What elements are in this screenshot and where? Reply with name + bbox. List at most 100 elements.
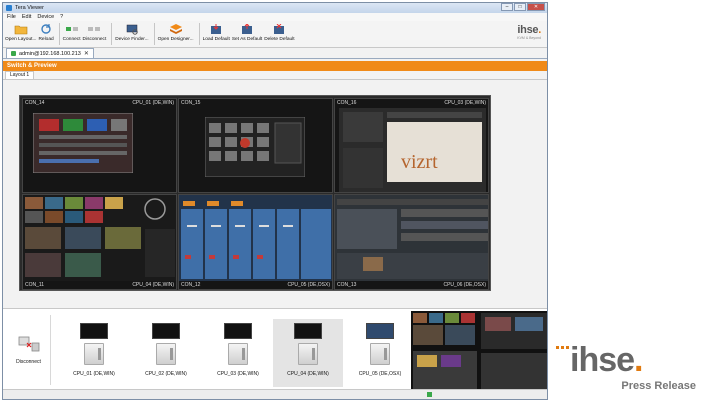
press-release-text: Press Release [621,380,696,392]
press-logo-text: ihse [570,341,635,379]
screen-thumbnail [179,195,332,281]
brand-logo-text: ihse [517,24,539,36]
cpu-preview-overflow [411,311,547,391]
screen-thumbnail [335,195,488,281]
console-label: CON_13 [337,282,357,288]
cpu-label: CPU_01 (DE,WIN) [132,100,174,106]
device-finder-label: Device Finder... [115,37,149,42]
preview-cell[interactable]: CON_11 CPU_04 (DE,WIN) [22,194,177,290]
screen-thumbnail [33,113,133,173]
cpu-tile[interactable]: CPU_05 (DE,OSX) [345,319,415,387]
session-tab-label: admin@192.168.100.213 [19,50,81,57]
preview-cell[interactable]: CON_16 CPU_03 (DE,WIN) vizrt [334,98,489,193]
device-finder-icon [125,23,139,35]
disconnect-tile[interactable]: Disconnect [7,315,51,385]
cpu-tile[interactable]: CPU_02 (DE,WIN) [131,319,201,387]
toolbar: Open Layout... Reload Connect Disconnect… [3,21,547,48]
disconnect-tile-label: Disconnect [16,359,41,365]
session-tab[interactable]: admin@192.168.100.213 ✕ [6,48,94,58]
device-finder-button[interactable]: Device Finder... [115,23,149,42]
cpu-tile-label: CPU_02 (DE,WIN) [145,371,187,377]
disconnect-icon [87,23,101,35]
disconnect-label: Disconnect [82,37,107,42]
status-led-icon [427,392,432,397]
section-header: Switch & Preview [3,61,547,71]
open-designer-label: Open Designer... [157,37,194,42]
menu-edit[interactable]: Edit [22,14,31,20]
cpu-tile-label: CPU_05 (DE,OSX) [358,371,402,377]
cpu-tile[interactable]: CPU_03 (DE,WIN) [203,319,273,387]
cpu-label: CPU_03 (DE,WIN) [444,100,486,106]
close-tab-icon[interactable]: ✕ [84,50,89,57]
set-as-default-button[interactable]: Set As Default [232,23,262,42]
reload-label: Reload [38,37,54,42]
cpu-thumbnail [294,323,322,339]
brand-tagline: KVM & Beyond [517,36,541,40]
cpu-thumbnail [224,323,252,339]
open-layout-button[interactable]: Open Layout... [5,23,36,42]
load-default-button[interactable]: Load Default [203,23,230,42]
cpu-label: CPU_06 (DE,OSX) [443,282,486,288]
cpu-tile-selected[interactable]: CPU_04 (DE,WIN) [273,319,343,387]
delete-default-icon [272,23,286,35]
preview-cell[interactable]: CON_12 CPU_05 (DE,OSX) [178,194,333,290]
status-bar [3,389,547,399]
delete-default-button[interactable]: Delete Default [264,23,295,42]
set-as-default-label: Set As Default [231,37,263,42]
app-icon [6,5,12,11]
toolbar-divider [198,23,200,45]
server-icon [298,343,318,365]
cpu-tile-label: CPU_01 (DE,WIN) [73,371,115,377]
cpu-thumbnail [152,323,180,339]
connect-label: Connect [62,37,81,42]
preview-cell[interactable]: CON_14 CPU_01 (DE,WIN) [22,98,177,193]
open-designer-button[interactable]: Open Designer... [158,23,194,42]
minimize-icon[interactable]: – [501,3,513,11]
cpu-label: CPU_05 (DE,OSX) [287,282,330,288]
close-icon[interactable]: ✕ [527,3,545,11]
disconnect-button[interactable]: Disconnect [82,23,107,42]
preview-cell[interactable]: CON_13 CPU_06 (DE,OSX) [334,194,489,290]
tab-layout-1[interactable]: Layout 1 [5,71,35,79]
cpu-label: CPU_04 (DE,WIN) [132,282,174,288]
maximize-icon[interactable]: □ [514,3,526,11]
console-label: CON_14 [25,100,45,106]
cpu-strip: Disconnect CPU_01 (DE,WIN) CPU_02 (DE,WI… [3,308,547,391]
vizrt-text: vizrt [401,151,438,173]
set-default-icon [240,23,254,35]
delete-default-label: Delete Default [264,37,295,42]
folder-icon [14,23,28,35]
reload-icon [39,23,53,35]
reload-button[interactable]: Reload [38,23,54,42]
server-icon [228,343,248,365]
console-label: CON_15 [181,100,201,106]
layout-tabs: Layout 1 [3,71,547,80]
tera-viewer-window: Tera Viewer – □ ✕ File Edit Device ? Ope… [2,2,548,400]
server-icon [84,343,104,365]
connected-icon [11,51,16,56]
menu-file[interactable]: File [7,14,16,20]
menu-device[interactable]: Device [37,14,54,20]
window-title: Tera Viewer [15,5,44,11]
brand-logo: ihse. KVM & Beyond [517,24,541,40]
console-label: CON_12 [181,282,201,288]
disconnect-monitor-icon [18,336,39,352]
cpu-tile[interactable]: CPU_01 (DE,WIN) [59,319,129,387]
toolbar-divider [153,23,155,45]
title-bar: Tera Viewer – □ ✕ [3,3,547,13]
menu-help[interactable]: ? [60,14,63,20]
connect-button[interactable]: Connect [63,23,81,42]
load-default-icon [209,23,223,35]
brand-logo-dot: . [538,24,541,36]
console-label: CON_11 [25,282,45,288]
screen-thumbnail [205,117,305,177]
console-label: CON_16 [337,100,357,106]
server-icon [370,343,390,365]
connect-icon [65,23,79,35]
cpu-thumbnail [80,323,108,339]
server-icon [156,343,176,365]
toolbar-divider [58,23,60,45]
window-controls: – □ ✕ [501,3,545,11]
cpu-thumbnail [366,323,394,339]
preview-cell[interactable]: CON_15 [178,98,333,193]
